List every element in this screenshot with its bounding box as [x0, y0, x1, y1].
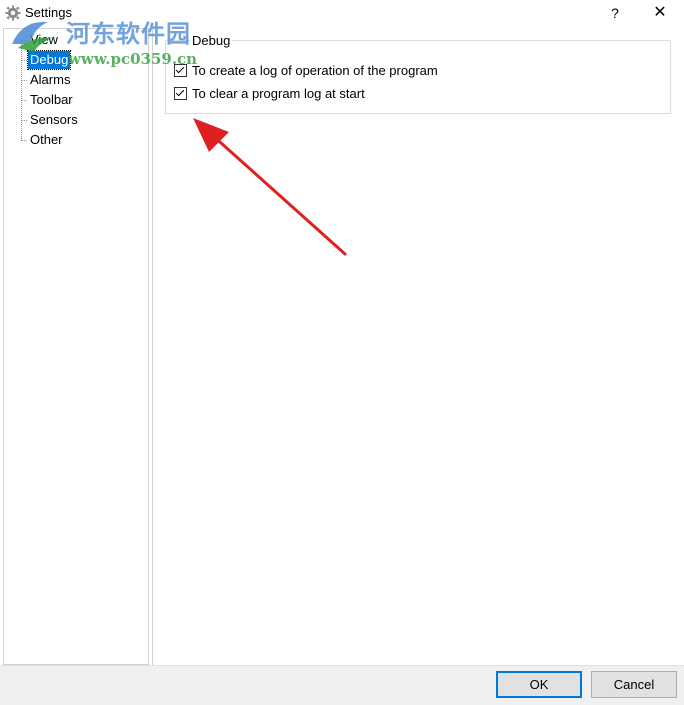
- tree-item-sensors[interactable]: Sensors: [21, 111, 80, 129]
- create-log-checkbox[interactable]: [174, 63, 187, 77]
- cancel-button[interactable]: Cancel: [591, 671, 677, 698]
- title-bar: Settings ? ✕: [0, 0, 684, 28]
- annotation-arrow-icon: [193, 118, 347, 256]
- create-log-label: To create a log of operation of the prog…: [192, 62, 438, 78]
- create-log-option[interactable]: To create a log of operation of the prog…: [174, 61, 438, 79]
- tree-item-debug[interactable]: Debug: [20, 50, 72, 70]
- debug-groupbox: Debug To create a log of operation of th…: [165, 33, 671, 114]
- clear-log-option[interactable]: To clear a program log at start: [174, 84, 365, 102]
- tree-item-view[interactable]: View: [21, 31, 60, 49]
- gear-icon: [5, 5, 21, 21]
- clear-log-label: To clear a program log at start: [192, 85, 365, 101]
- help-button[interactable]: ?: [600, 2, 630, 24]
- tree-item-other[interactable]: Other: [21, 131, 65, 149]
- settings-tree: View Debug Alarms Toolbar Sensors Other: [3, 28, 149, 665]
- debug-group-title: Debug: [190, 33, 233, 48]
- settings-window: Settings ? ✕ 河东软件园 www.pc0359.cn View De…: [0, 0, 684, 705]
- dialog-footer: OK Cancel: [0, 665, 684, 705]
- window-title: Settings: [25, 5, 72, 20]
- ok-button[interactable]: OK: [496, 671, 582, 698]
- clear-log-checkbox[interactable]: [174, 86, 187, 100]
- tree-connector: [21, 41, 22, 141]
- close-button[interactable]: ✕: [645, 2, 675, 24]
- tree-item-alarms[interactable]: Alarms: [20, 71, 72, 89]
- tree-item-toolbar[interactable]: Toolbar: [21, 91, 75, 109]
